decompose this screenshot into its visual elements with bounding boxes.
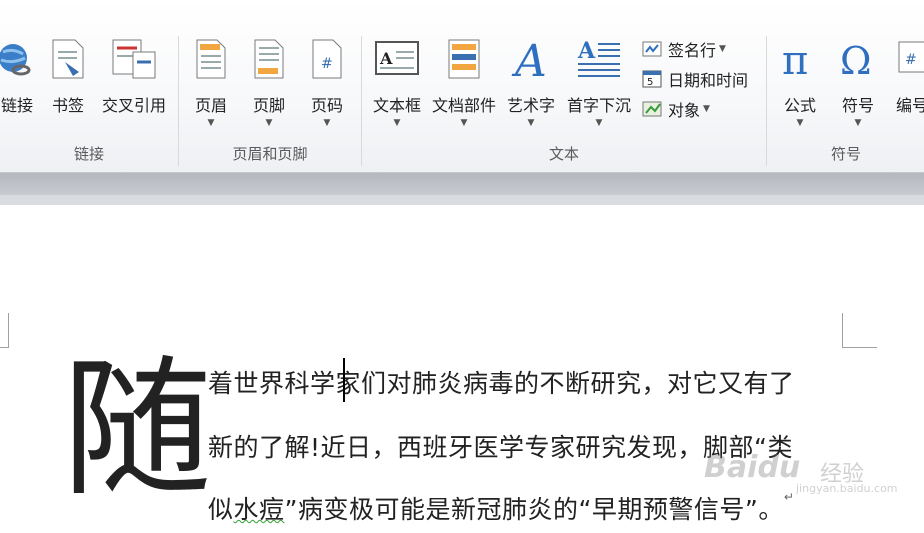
quick-parts-icon — [448, 39, 480, 79]
signature-line-button[interactable]: 签名行 ▼ — [642, 36, 726, 62]
equation-button[interactable]: π 公式 ▼ — [776, 30, 824, 140]
separator — [766, 36, 767, 166]
text-box-button[interactable]: A 文本框 ▼ — [366, 30, 428, 140]
svg-text:π: π — [782, 38, 808, 80]
footer-icon — [254, 39, 284, 79]
group-label-symbols: 符号 — [830, 145, 861, 163]
numbering-button[interactable]: # 编号 — [892, 30, 924, 140]
svg-text:#: # — [321, 56, 333, 72]
equation-label: 公式 — [783, 96, 816, 115]
page-number-label: 页码 — [310, 96, 343, 115]
word-art-button[interactable]: A 艺术字 ▼ — [502, 30, 560, 140]
chevron-down-icon[interactable]: ▼ — [186, 118, 236, 128]
cross-reference-label: 交叉引用 — [101, 96, 166, 115]
chevron-down-icon[interactable]: ▼ — [834, 118, 882, 128]
page-number-icon: # — [312, 39, 342, 79]
text-cursor — [343, 358, 345, 402]
chevron-down-icon[interactable]: ▼ — [366, 118, 428, 128]
text-segment: ”病变极可能是新冠肺炎的“早期预警信号”。 — [284, 495, 784, 524]
chevron-down-icon[interactable]: ▼ — [776, 118, 824, 128]
footer-button[interactable]: 页脚 ▼ — [244, 30, 294, 140]
cross-reference-button[interactable]: 交叉引用 — [96, 30, 172, 140]
signature-line-icon — [642, 41, 662, 57]
symbol-button[interactable]: Ω 符号 ▼ — [834, 30, 882, 140]
margin-corner-right — [842, 313, 877, 348]
object-label: 对象 — [668, 101, 701, 120]
watermark-url: jingyan.baidu.com — [796, 482, 898, 495]
bookmark-icon — [52, 39, 84, 79]
header-icon — [196, 39, 226, 79]
object-icon — [642, 101, 662, 117]
text-box-icon: A — [375, 41, 419, 75]
header-button[interactable]: 页眉 ▼ — [186, 30, 236, 140]
chevron-down-icon[interactable]: ▼ — [562, 118, 636, 128]
bookmark-button[interactable]: 书签 — [48, 30, 88, 140]
text-box-label: 文本框 — [372, 96, 421, 115]
header-label: 页眉 — [194, 96, 227, 115]
bookmark-label: 书签 — [51, 96, 84, 115]
group-links: 链接 书签 交叉引用 链接 — [0, 30, 178, 170]
word-art-icon: A — [511, 38, 547, 80]
calendar-icon: 5 — [642, 70, 662, 88]
drop-cap-label: 首字下沉 — [566, 96, 631, 115]
word-art-label: 艺术字 — [506, 96, 555, 115]
text-segment: 似 — [208, 495, 234, 524]
numbering-label: 编号 — [895, 96, 924, 115]
chevron-down-icon[interactable]: ▼ — [703, 104, 710, 114]
chevron-down-icon[interactable]: ▼ — [502, 118, 560, 128]
ribbon-bottom-bar — [0, 173, 924, 195]
symbol-label: 符号 — [841, 96, 874, 115]
chevron-down-icon[interactable]: ▼ — [302, 118, 352, 128]
group-header-footer: 页眉 ▼ 页脚 ▼ # 页码 ▼ 页眉和页脚 — [180, 30, 360, 170]
separator — [178, 36, 179, 166]
svg-text:Ω: Ω — [840, 39, 872, 80]
margin-corner-left — [0, 313, 9, 348]
svg-text:A: A — [577, 38, 596, 64]
text-line-1[interactable]: 着世界科学家们对肺炎病毒的不断研究，对它又有了 — [208, 364, 795, 400]
hyperlink-icon — [0, 44, 31, 76]
quick-parts-button[interactable]: 文档部件 ▼ — [428, 30, 500, 140]
link-label: 链接 — [0, 96, 33, 115]
chevron-down-icon[interactable]: ▼ — [428, 118, 500, 128]
group-label-links: 链接 — [73, 145, 104, 163]
date-time-button[interactable]: 5 日期和时间 — [642, 66, 748, 92]
group-symbols: π 公式 ▼ Ω 符号 ▼ # 编号 符号 — [768, 30, 924, 170]
watermark-brand: Baidu — [704, 450, 801, 485]
page-number-button[interactable]: # 页码 ▼ — [302, 30, 352, 140]
document-area-border — [0, 195, 924, 205]
group-label-text: 文本 — [548, 145, 579, 163]
spelling-squiggle-text[interactable]: 水痘 — [234, 495, 285, 524]
ribbon: 链接 书签 交叉引用 链接 页眉 ▼ 页脚 ▼ # 页码 ▼ 页眉和页脚 A 文… — [0, 0, 924, 173]
omega-icon: Ω — [840, 39, 872, 80]
group-text: A 文本框 ▼ 文档部件 ▼ A 艺术字 ▼ A 首字下沉 ▼ 签名行 ▼ 5 … — [362, 30, 766, 170]
link-button[interactable]: 链接 — [0, 30, 42, 140]
drop-cap-button[interactable]: A 首字下沉 ▼ — [562, 30, 636, 140]
chevron-down-icon[interactable]: ▼ — [244, 118, 294, 128]
drop-cap-character[interactable]: 随 — [62, 350, 212, 510]
svg-text:5: 5 — [647, 77, 653, 88]
object-button[interactable]: 对象 ▼ — [642, 96, 710, 122]
quick-parts-label: 文档部件 — [431, 96, 496, 115]
svg-text:A: A — [511, 38, 547, 80]
footer-label: 页脚 — [252, 96, 285, 115]
svg-text:#: # — [905, 52, 917, 68]
svg-text:A: A — [379, 49, 393, 68]
date-time-label: 日期和时间 — [668, 71, 749, 90]
signature-line-label: 签名行 — [668, 41, 717, 60]
numbering-icon: # — [898, 41, 924, 73]
cross-reference-icon — [112, 39, 156, 79]
baidu-watermark: Baidu 经验 jingyan.baidu.com — [704, 446, 898, 495]
group-label-header-footer: 页眉和页脚 — [232, 145, 308, 163]
text-line-3[interactable]: 似水痘”病变极可能是新冠肺炎的“早期预警信号”。↵ — [208, 490, 794, 526]
drop-cap-icon: A — [577, 38, 620, 77]
pi-icon: π — [782, 38, 808, 80]
chevron-down-icon[interactable]: ▼ — [719, 44, 726, 54]
